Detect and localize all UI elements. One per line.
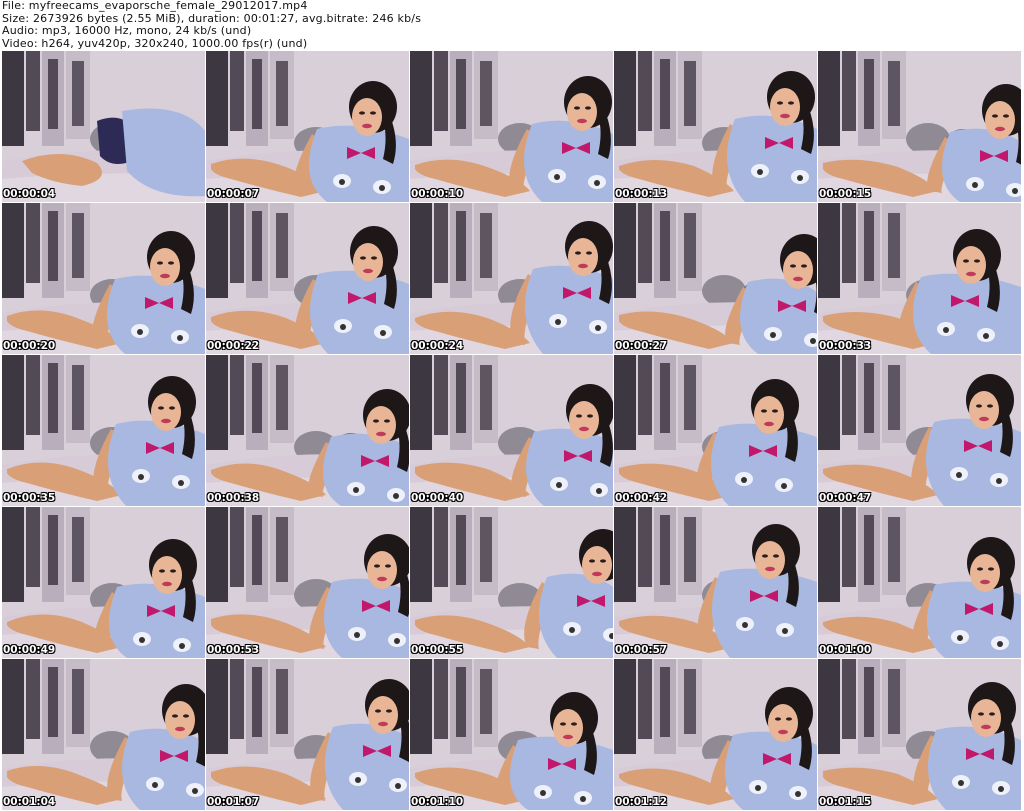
thumbnail-timestamp: 00:01:12 bbox=[615, 796, 668, 808]
audio-info-line: Audio: mp3, 16000 Hz, mono, 24 kb/s (und… bbox=[2, 24, 252, 37]
video-thumbnail: 00:00:53 bbox=[206, 507, 409, 658]
thumbnail-timestamp: 00:01:15 bbox=[819, 796, 872, 808]
thumbnail-image bbox=[410, 203, 613, 354]
thumbnail-image bbox=[410, 659, 613, 810]
thumbnail-image bbox=[410, 51, 613, 202]
thumbnail-image bbox=[2, 203, 205, 354]
thumbnail-timestamp: 00:00:38 bbox=[207, 492, 260, 504]
video-thumbnail: 00:00:55 bbox=[410, 507, 613, 658]
thumbnail-image bbox=[818, 203, 1021, 354]
video-thumbnail: 00:00:07 bbox=[206, 51, 409, 202]
video-thumbnail: 00:00:10 bbox=[410, 51, 613, 202]
thumbnail-timestamp: 00:00:04 bbox=[3, 188, 56, 200]
thumbnail-timestamp: 00:00:57 bbox=[615, 644, 668, 656]
video-thumbnail: 00:00:49 bbox=[2, 507, 205, 658]
thumbnail-timestamp: 00:00:35 bbox=[3, 492, 56, 504]
file-info-header: File: myfreecams_evaporsche_female_29012… bbox=[2, 0, 1022, 50]
video-thumbnail: 00:01:07 bbox=[206, 659, 409, 810]
thumbnail-timestamp: 00:00:33 bbox=[819, 340, 872, 352]
thumbnail-timestamp: 00:00:49 bbox=[3, 644, 56, 656]
thumbnail-image bbox=[614, 355, 817, 506]
thumbnail-image bbox=[818, 659, 1021, 810]
thumbnail-timestamp: 00:00:42 bbox=[615, 492, 668, 504]
thumbnail-image bbox=[206, 659, 409, 810]
thumbnail-image bbox=[206, 507, 409, 658]
thumbnail-timestamp: 00:00:24 bbox=[411, 340, 464, 352]
video-thumbnail: 00:01:04 bbox=[2, 659, 205, 810]
video-thumbnail: 00:00:33 bbox=[818, 203, 1021, 354]
thumbnail-timestamp: 00:00:47 bbox=[819, 492, 872, 504]
video-thumbnail: 00:00:57 bbox=[614, 507, 817, 658]
thumbnail-timestamp: 00:00:27 bbox=[615, 340, 668, 352]
thumbnail-grid: 00:00:04 00:00:07 00:00:10 00:00:13 00:00:15… bbox=[2, 51, 1022, 810]
video-thumbnail: 00:00:04 bbox=[2, 51, 205, 202]
thumbnail-timestamp: 00:01:00 bbox=[819, 644, 872, 656]
video-thumbnail: 00:00:27 bbox=[614, 203, 817, 354]
thumbnail-image bbox=[614, 507, 817, 658]
thumbnail-image bbox=[206, 51, 409, 202]
thumbnail-image bbox=[206, 355, 409, 506]
thumbnail-timestamp: 00:00:10 bbox=[411, 188, 464, 200]
thumbnail-image bbox=[818, 355, 1021, 506]
thumbnail-timestamp: 00:01:10 bbox=[411, 796, 464, 808]
thumbnail-image bbox=[410, 507, 613, 658]
thumbnail-image bbox=[2, 659, 205, 810]
thumbnail-timestamp: 00:00:07 bbox=[207, 188, 260, 200]
thumbnail-timestamp: 00:00:15 bbox=[819, 188, 872, 200]
video-info-line: Video: h264, yuv420p, 320x240, 1000.00 f… bbox=[2, 36, 308, 50]
thumbnail-image bbox=[614, 203, 817, 354]
thumbnail-timestamp: 00:00:55 bbox=[411, 644, 464, 656]
file-name-line: File: myfreecams_evaporsche_female_29012… bbox=[2, 0, 308, 12]
video-thumbnail: 00:00:13 bbox=[614, 51, 817, 202]
video-thumbnail: 00:00:35 bbox=[2, 355, 205, 506]
thumbnail-timestamp: 00:00:53 bbox=[207, 644, 260, 656]
thumbnail-timestamp: 00:00:40 bbox=[411, 492, 464, 504]
thumbnail-image bbox=[206, 203, 409, 354]
thumbnail-image bbox=[2, 507, 205, 658]
thumbnail-timestamp: 00:01:07 bbox=[207, 796, 260, 808]
video-thumbnail: 00:00:38 bbox=[206, 355, 409, 506]
thumbnail-image bbox=[410, 355, 613, 506]
thumbnail-image bbox=[2, 355, 205, 506]
video-thumbnail: 00:00:15 bbox=[818, 51, 1021, 202]
video-thumbnail: 00:00:24 bbox=[410, 203, 613, 354]
video-thumbnail: 00:01:00 bbox=[818, 507, 1021, 658]
thumbnail-timestamp: 00:00:13 bbox=[615, 188, 668, 200]
video-thumbnail: 00:01:15 bbox=[818, 659, 1021, 810]
thumbnail-image bbox=[2, 51, 205, 202]
video-thumbnail: 00:00:20 bbox=[2, 203, 205, 354]
video-thumbnail: 00:00:42 bbox=[614, 355, 817, 506]
video-thumbnail: 00:00:40 bbox=[410, 355, 613, 506]
video-thumbnail: 00:01:12 bbox=[614, 659, 817, 810]
thumbnail-timestamp: 00:00:22 bbox=[207, 340, 260, 352]
thumbnail-image bbox=[818, 507, 1021, 658]
thumbnail-image bbox=[614, 659, 817, 810]
thumbnail-timestamp: 00:01:04 bbox=[3, 796, 56, 808]
thumbnail-image bbox=[818, 51, 1021, 202]
video-thumbnail: 00:00:47 bbox=[818, 355, 1021, 506]
video-thumbnail: 00:00:22 bbox=[206, 203, 409, 354]
video-thumbnail: 00:01:10 bbox=[410, 659, 613, 810]
thumbnail-timestamp: 00:00:20 bbox=[3, 340, 56, 352]
thumbnail-image bbox=[614, 51, 817, 202]
